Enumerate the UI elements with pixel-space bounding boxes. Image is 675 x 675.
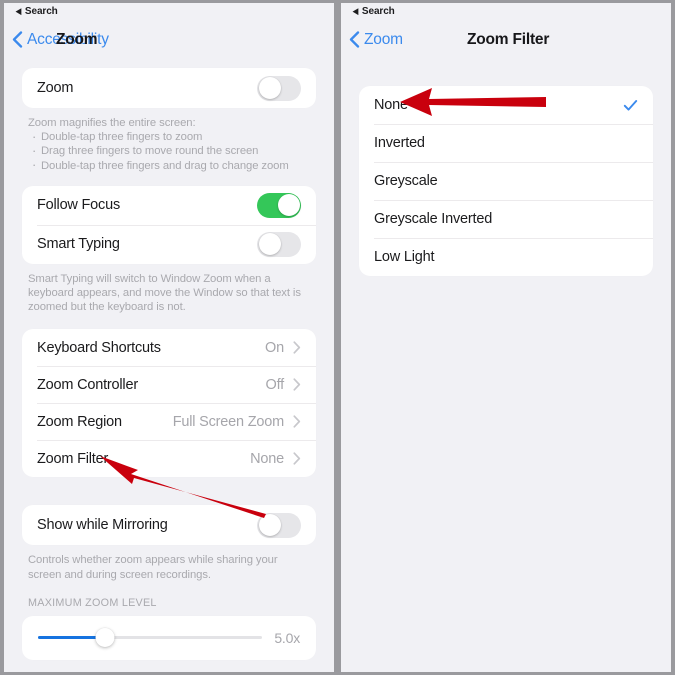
checkmark-icon <box>623 99 638 111</box>
zoom-level-slider[interactable] <box>38 628 263 648</box>
chevron-left-icon <box>349 31 360 48</box>
toggle-knob <box>277 194 300 217</box>
row-filter-greyscale[interactable]: Greyscale <box>359 162 653 200</box>
smart-typing-toggle[interactable] <box>257 231 301 257</box>
show-while-mirroring-toggle[interactable] <box>257 512 301 538</box>
page-title-right: Zoom Filter <box>467 30 550 48</box>
left-triangle-icon: ◀ <box>352 6 359 16</box>
toggle-knob <box>258 514 281 537</box>
back-to-accessibility-button[interactable]: Accessibility <box>4 31 109 49</box>
row-zoom[interactable]: Zoom <box>22 68 316 108</box>
row-zoom-filter[interactable]: Zoom Filter None <box>22 440 316 477</box>
maximum-zoom-level-card: 5.0x <box>22 615 316 660</box>
chevron-left-icon <box>12 31 23 48</box>
row-keyboard-shortcuts[interactable]: Keyboard Shortcuts On <box>22 329 316 366</box>
mirroring-description: Controls whether zoom appears while shar… <box>28 554 278 581</box>
row-filter-greyscale-inverted[interactable]: Greyscale Inverted <box>359 200 653 238</box>
row-label-follow-focus: Follow Focus <box>37 197 121 214</box>
row-label-filter-inverted: Inverted <box>374 135 425 151</box>
row-label-zoom-controller: Zoom Controller <box>37 376 138 393</box>
toggle-knob <box>258 77 281 99</box>
row-value-zoom-controller: Off <box>265 376 285 393</box>
status-bar-left: ◀ Search <box>4 3 334 20</box>
row-label-show-while-mirroring: Show while Mirroring <box>37 517 168 534</box>
screenshot-root: ◀ Search Accessibility Zoom Zoom Zoom ma… <box>0 0 675 675</box>
zoom-level-slider-row: 5.0x <box>22 616 316 660</box>
toggle-knob <box>258 233 281 256</box>
maximum-zoom-level-header: MAXIMUM ZOOM LEVEL <box>28 596 157 609</box>
row-filter-inverted[interactable]: Inverted <box>359 124 653 162</box>
back-to-zoom-button[interactable]: Zoom <box>341 31 403 49</box>
row-label-filter-none: None <box>374 97 408 113</box>
status-bar-back-label[interactable]: Search <box>362 6 395 17</box>
follow-focus-toggle[interactable] <box>257 192 301 218</box>
zoom-description: Zoom magnifies the entire screen: Double… <box>22 116 316 173</box>
chevron-right-icon <box>293 341 301 355</box>
chevron-right-icon <box>293 378 301 392</box>
zoom-toggle-card: Zoom <box>22 68 316 108</box>
list-item: Double-tap three fingers to zoom <box>28 130 310 144</box>
zoom-filter-options-card: None Inverted Greyscale Greyscale Invert… <box>359 86 653 276</box>
row-label-filter-low-light: Low Light <box>374 249 435 265</box>
row-label-keyboard-shortcuts: Keyboard Shortcuts <box>37 339 161 356</box>
settings-content-right: None Inverted Greyscale Greyscale Invert… <box>341 86 671 276</box>
navigation-bar-right: Zoom Zoom Filter <box>341 20 671 59</box>
row-show-while-mirroring[interactable]: Show while Mirroring <box>22 505 316 545</box>
zoom-settings-panel: ◀ Search Accessibility Zoom Zoom Zoom ma… <box>4 3 334 672</box>
list-item: Drag three fingers to move round the scr… <box>28 144 310 158</box>
zoom-options-card: Keyboard Shortcuts On Zoom Controller Of… <box>22 329 316 478</box>
zoom-description-heading: Zoom magnifies the entire screen: <box>28 117 196 129</box>
row-label-filter-greyscale-inverted: Greyscale Inverted <box>374 211 493 227</box>
zoom-filter-panel: ◀ Search Zoom Zoom Filter None Inverted <box>341 3 671 672</box>
settings-content-left: Zoom Zoom magnifies the entire screen: D… <box>4 68 334 660</box>
row-smart-typing[interactable]: Smart Typing <box>22 224 316 264</box>
row-label-filter-greyscale: Greyscale <box>374 173 438 189</box>
row-label-zoom-region: Zoom Region <box>37 413 122 430</box>
zoom-level-value: 5.0x <box>274 629 300 646</box>
zoom-toggle[interactable] <box>257 75 301 101</box>
list-item: Double-tap three fingers and drag to cha… <box>28 158 310 173</box>
back-button-label: Accessibility <box>27 30 109 48</box>
row-zoom-controller[interactable]: Zoom Controller Off <box>22 366 316 403</box>
row-value-keyboard-shortcuts: On <box>265 339 284 356</box>
chevron-right-icon <box>293 452 301 466</box>
slider-thumb[interactable] <box>95 628 115 648</box>
row-filter-low-light[interactable]: Low Light <box>359 238 653 276</box>
focus-typing-card: Follow Focus Smart Typing <box>22 185 316 264</box>
row-label-smart-typing: Smart Typing <box>37 236 120 253</box>
navigation-bar-left: Accessibility Zoom <box>4 20 334 59</box>
row-label-zoom: Zoom <box>37 80 74 96</box>
row-zoom-region[interactable]: Zoom Region Full Screen Zoom <box>22 403 316 440</box>
row-follow-focus[interactable]: Follow Focus <box>22 186 316 225</box>
status-bar-right: ◀ Search <box>341 3 671 20</box>
status-bar-back-label[interactable]: Search <box>25 6 58 17</box>
row-label-zoom-filter: Zoom Filter <box>37 450 109 467</box>
row-value-zoom-filter: None <box>250 450 284 467</box>
back-button-label: Zoom <box>364 30 403 48</box>
row-value-zoom-region: Full Screen Zoom <box>172 413 284 430</box>
left-triangle-icon: ◀ <box>15 6 22 16</box>
show-while-mirroring-card: Show while Mirroring <box>22 505 316 546</box>
zoom-description-bullets: Double-tap three fingers to zoom Drag th… <box>28 130 310 173</box>
smart-typing-description: Smart Typing will switch to Window Zoom … <box>28 272 301 314</box>
row-filter-none[interactable]: None <box>359 86 653 124</box>
chevron-right-icon <box>293 415 301 429</box>
